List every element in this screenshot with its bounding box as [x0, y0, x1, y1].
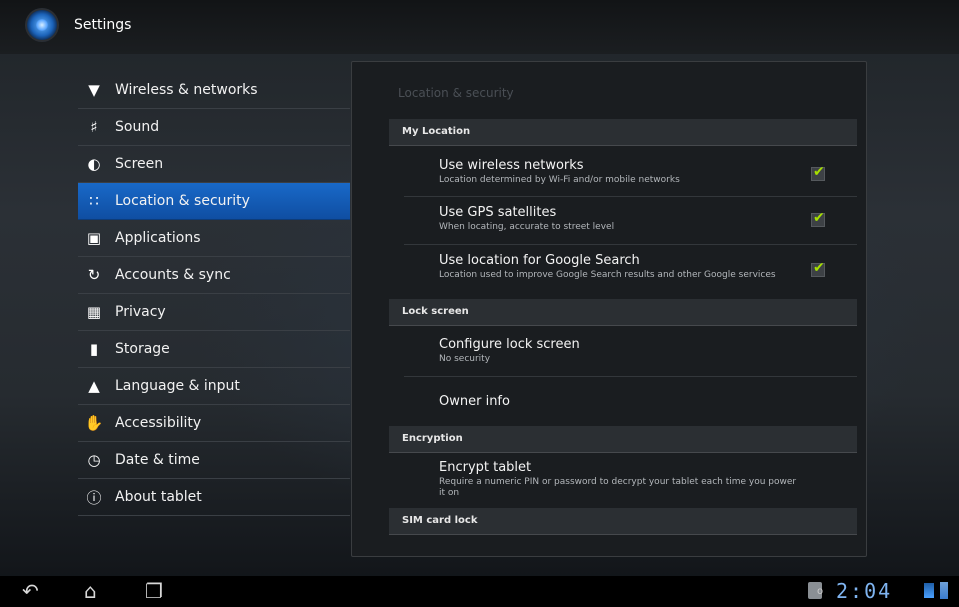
- pref-summary: When locating, accurate to street level: [439, 222, 615, 232]
- pref-encrypt-tablet[interactable]: Encrypt tablet Require a numeric PIN or …: [439, 460, 857, 499]
- divider: [404, 376, 857, 377]
- language-icon: ▲: [88, 377, 100, 395]
- pref-title: Configure lock screen: [439, 337, 580, 352]
- system-bar: ↶ ⌂ ❐ 2:04: [0, 576, 959, 607]
- nav-item-location-security[interactable]: ∷ Location & security: [78, 183, 350, 220]
- privacy-icon: ▦: [86, 303, 102, 321]
- pref-use-wireless-networks[interactable]: Use wireless networks Location determine…: [439, 158, 857, 186]
- nav-item-language-input[interactable]: ▲ Language & input: [78, 368, 350, 405]
- section-header-lock-screen: Lock screen: [389, 299, 857, 326]
- battery-icon: [940, 582, 948, 599]
- pref-summary: Require a numeric PIN or password to dec…: [439, 477, 797, 498]
- section-header-sim-card-lock: SIM card lock: [389, 508, 857, 535]
- divider: [404, 244, 857, 245]
- nav-item-accessibility[interactable]: ✋ Accessibility: [78, 405, 350, 442]
- panel-title: Location & security: [398, 86, 514, 100]
- pref-summary: Location used to improve Google Search r…: [439, 270, 776, 280]
- nav-item-sound[interactable]: ♯ Sound: [78, 109, 350, 146]
- storage-icon: ▮: [89, 340, 99, 358]
- nav-item-label: Language & input: [115, 378, 240, 394]
- pref-configure-lock-screen[interactable]: Configure lock screen No security: [439, 337, 857, 365]
- section-header-encryption: Encryption: [389, 426, 857, 453]
- settings-app-icon[interactable]: [25, 8, 59, 42]
- nav-item-label: Storage: [115, 341, 170, 357]
- google-search-location-checkbox[interactable]: [811, 260, 825, 277]
- nav-item-label: Wireless & networks: [115, 82, 258, 98]
- nav-item-wireless-networks[interactable]: ▼ Wireless & networks: [78, 72, 350, 109]
- nav-item-storage[interactable]: ▮ Storage: [78, 331, 350, 368]
- home-icon[interactable]: ⌂: [84, 579, 97, 603]
- info-icon: ⓘ: [86, 488, 102, 507]
- nav-item-screen[interactable]: ◐ Screen: [78, 146, 350, 183]
- pref-use-gps-satellites[interactable]: Use GPS satellites When locating, accura…: [439, 205, 857, 233]
- nav-item-label: Accessibility: [115, 415, 202, 431]
- nav-item-label: Accounts & sync: [115, 267, 231, 283]
- screen: Settings ▼ Wireless & networks ♯ Sound ◐…: [0, 0, 959, 607]
- nav-item-label: Screen: [115, 156, 164, 172]
- action-bar: Settings: [0, 0, 959, 54]
- back-icon[interactable]: ↶: [22, 579, 39, 603]
- pref-owner-info[interactable]: Owner info: [439, 394, 857, 409]
- nav-item-accounts-sync[interactable]: ↻ Accounts & sync: [78, 257, 350, 294]
- nav-item-label: Date & time: [115, 452, 200, 468]
- nav-item-label: Sound: [115, 119, 160, 135]
- sd-card-icon: [808, 582, 823, 599]
- nav-item-label: Location & security: [115, 193, 250, 209]
- location-grid-icon: ∷: [89, 192, 99, 210]
- recent-apps-icon[interactable]: ❐: [145, 579, 163, 603]
- nav-item-about-tablet[interactable]: ⓘ About tablet: [78, 479, 350, 516]
- settings-detail-panel: Location & security My Location Use wire…: [351, 61, 867, 557]
- clock[interactable]: 2:04: [836, 579, 892, 603]
- page-title: Settings: [74, 17, 132, 33]
- nav-item-privacy[interactable]: ▦ Privacy: [78, 294, 350, 331]
- nav-item-applications[interactable]: ▣ Applications: [78, 220, 350, 257]
- screen-icon: ◐: [87, 155, 101, 173]
- nav-item-label: Privacy: [115, 304, 166, 320]
- pref-use-location-google-search[interactable]: Use location for Google Search Location …: [439, 253, 857, 281]
- pref-title: Encrypt tablet: [439, 460, 532, 475]
- clock-icon: ◷: [87, 451, 101, 469]
- sound-icon: ♯: [90, 118, 98, 136]
- divider: [404, 196, 857, 197]
- wireless-icon: ▼: [88, 81, 100, 99]
- sync-icon: ↻: [87, 266, 101, 284]
- wifi-icon: [924, 583, 934, 598]
- applications-icon: ▣: [86, 229, 102, 247]
- pref-title: Use wireless networks: [439, 158, 584, 173]
- pref-summary: No security: [439, 354, 491, 364]
- pref-title: Owner info: [439, 394, 510, 409]
- gps-satellites-checkbox[interactable]: [811, 210, 825, 227]
- settings-nav: ▼ Wireless & networks ♯ Sound ◐ Screen ∷…: [78, 72, 350, 516]
- nav-item-label: About tablet: [115, 489, 202, 505]
- accessibility-icon: ✋: [84, 414, 104, 432]
- wireless-networks-checkbox[interactable]: [811, 164, 825, 181]
- pref-summary: Location determined by Wi-Fi and/or mobi…: [439, 175, 680, 185]
- pref-title: Use location for Google Search: [439, 253, 640, 268]
- section-header-my-location: My Location: [389, 119, 857, 146]
- nav-item-date-time[interactable]: ◷ Date & time: [78, 442, 350, 479]
- nav-item-label: Applications: [115, 230, 201, 246]
- pref-title: Use GPS satellites: [439, 205, 557, 220]
